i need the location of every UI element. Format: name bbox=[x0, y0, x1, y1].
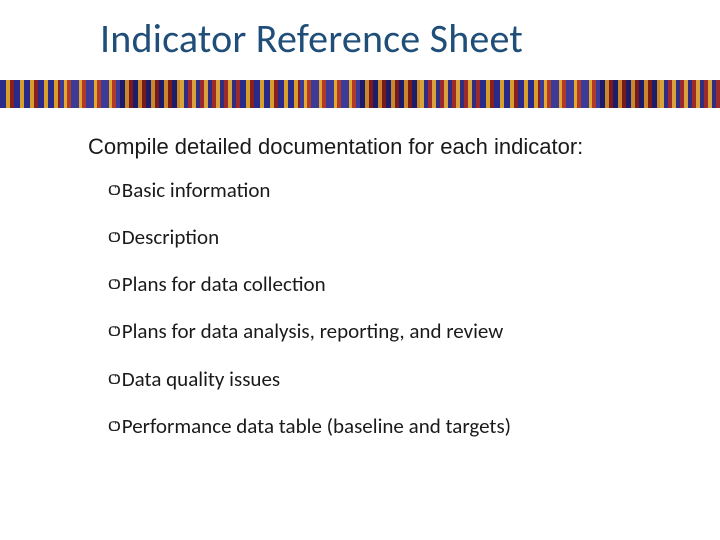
bullet-glyph-icon: cↄ bbox=[108, 272, 116, 295]
bullet-text: Description bbox=[122, 225, 219, 249]
bullet-glyph-icon: cↄ bbox=[108, 225, 116, 248]
bullet-glyph-icon: cↄ bbox=[108, 319, 116, 342]
slide: Indicator Reference Sheet Compile detail… bbox=[0, 0, 720, 540]
bullet-list: cↄ Basic information cↄ Description cↄ P… bbox=[108, 178, 648, 461]
list-item: cↄ Plans for data analysis, reporting, a… bbox=[108, 319, 648, 343]
list-item: cↄ Plans for data collection bbox=[108, 272, 648, 296]
slide-title: Indicator Reference Sheet bbox=[100, 14, 523, 63]
bullet-text: Performance data table (baseline and tar… bbox=[122, 414, 511, 438]
list-item: cↄ Description bbox=[108, 225, 648, 249]
bullet-glyph-icon: cↄ bbox=[108, 367, 116, 390]
bullet-text: Data quality issues bbox=[122, 367, 280, 391]
list-item: cↄ Performance data table (baseline and … bbox=[108, 414, 648, 438]
list-item: cↄ Basic information bbox=[108, 178, 648, 202]
bullet-text: Plans for data collection bbox=[122, 272, 326, 296]
bullet-glyph-icon: cↄ bbox=[108, 414, 116, 437]
bullet-glyph-icon: cↄ bbox=[108, 178, 116, 201]
slide-subtitle: Compile detailed documentation for each … bbox=[88, 134, 583, 160]
list-item: cↄ Data quality issues bbox=[108, 367, 648, 391]
bullet-text: Plans for data analysis, reporting, and … bbox=[122, 319, 504, 343]
bullet-text: Basic information bbox=[122, 178, 271, 202]
decorative-band bbox=[0, 80, 720, 108]
